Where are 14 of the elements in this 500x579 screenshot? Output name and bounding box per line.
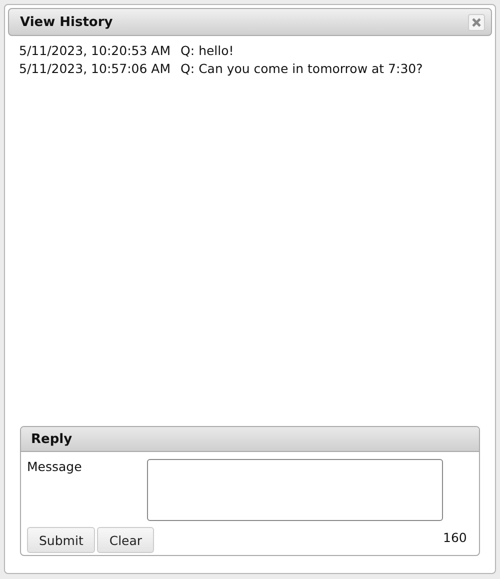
character-count: 160 xyxy=(443,530,468,545)
message-field[interactable] xyxy=(147,459,443,521)
clear-button[interactable]: Clear xyxy=(97,527,154,553)
message-time: 5/11/2023, 10:57:06 AM xyxy=(19,61,170,77)
message-prefix: Q: xyxy=(180,61,195,77)
close-icon[interactable] xyxy=(468,14,485,30)
window-title: View History xyxy=(20,14,113,30)
message-prefix: Q: xyxy=(180,43,195,59)
message-label: Message xyxy=(27,459,83,474)
message-text: hello! xyxy=(198,43,234,59)
message-time: 5/11/2023, 10:20:53 AM xyxy=(19,43,170,59)
submit-button[interactable]: Submit xyxy=(27,527,96,553)
panel-title: Reply xyxy=(31,432,72,446)
message-text: Can you come in tomorrow at 7:30? xyxy=(198,61,423,77)
